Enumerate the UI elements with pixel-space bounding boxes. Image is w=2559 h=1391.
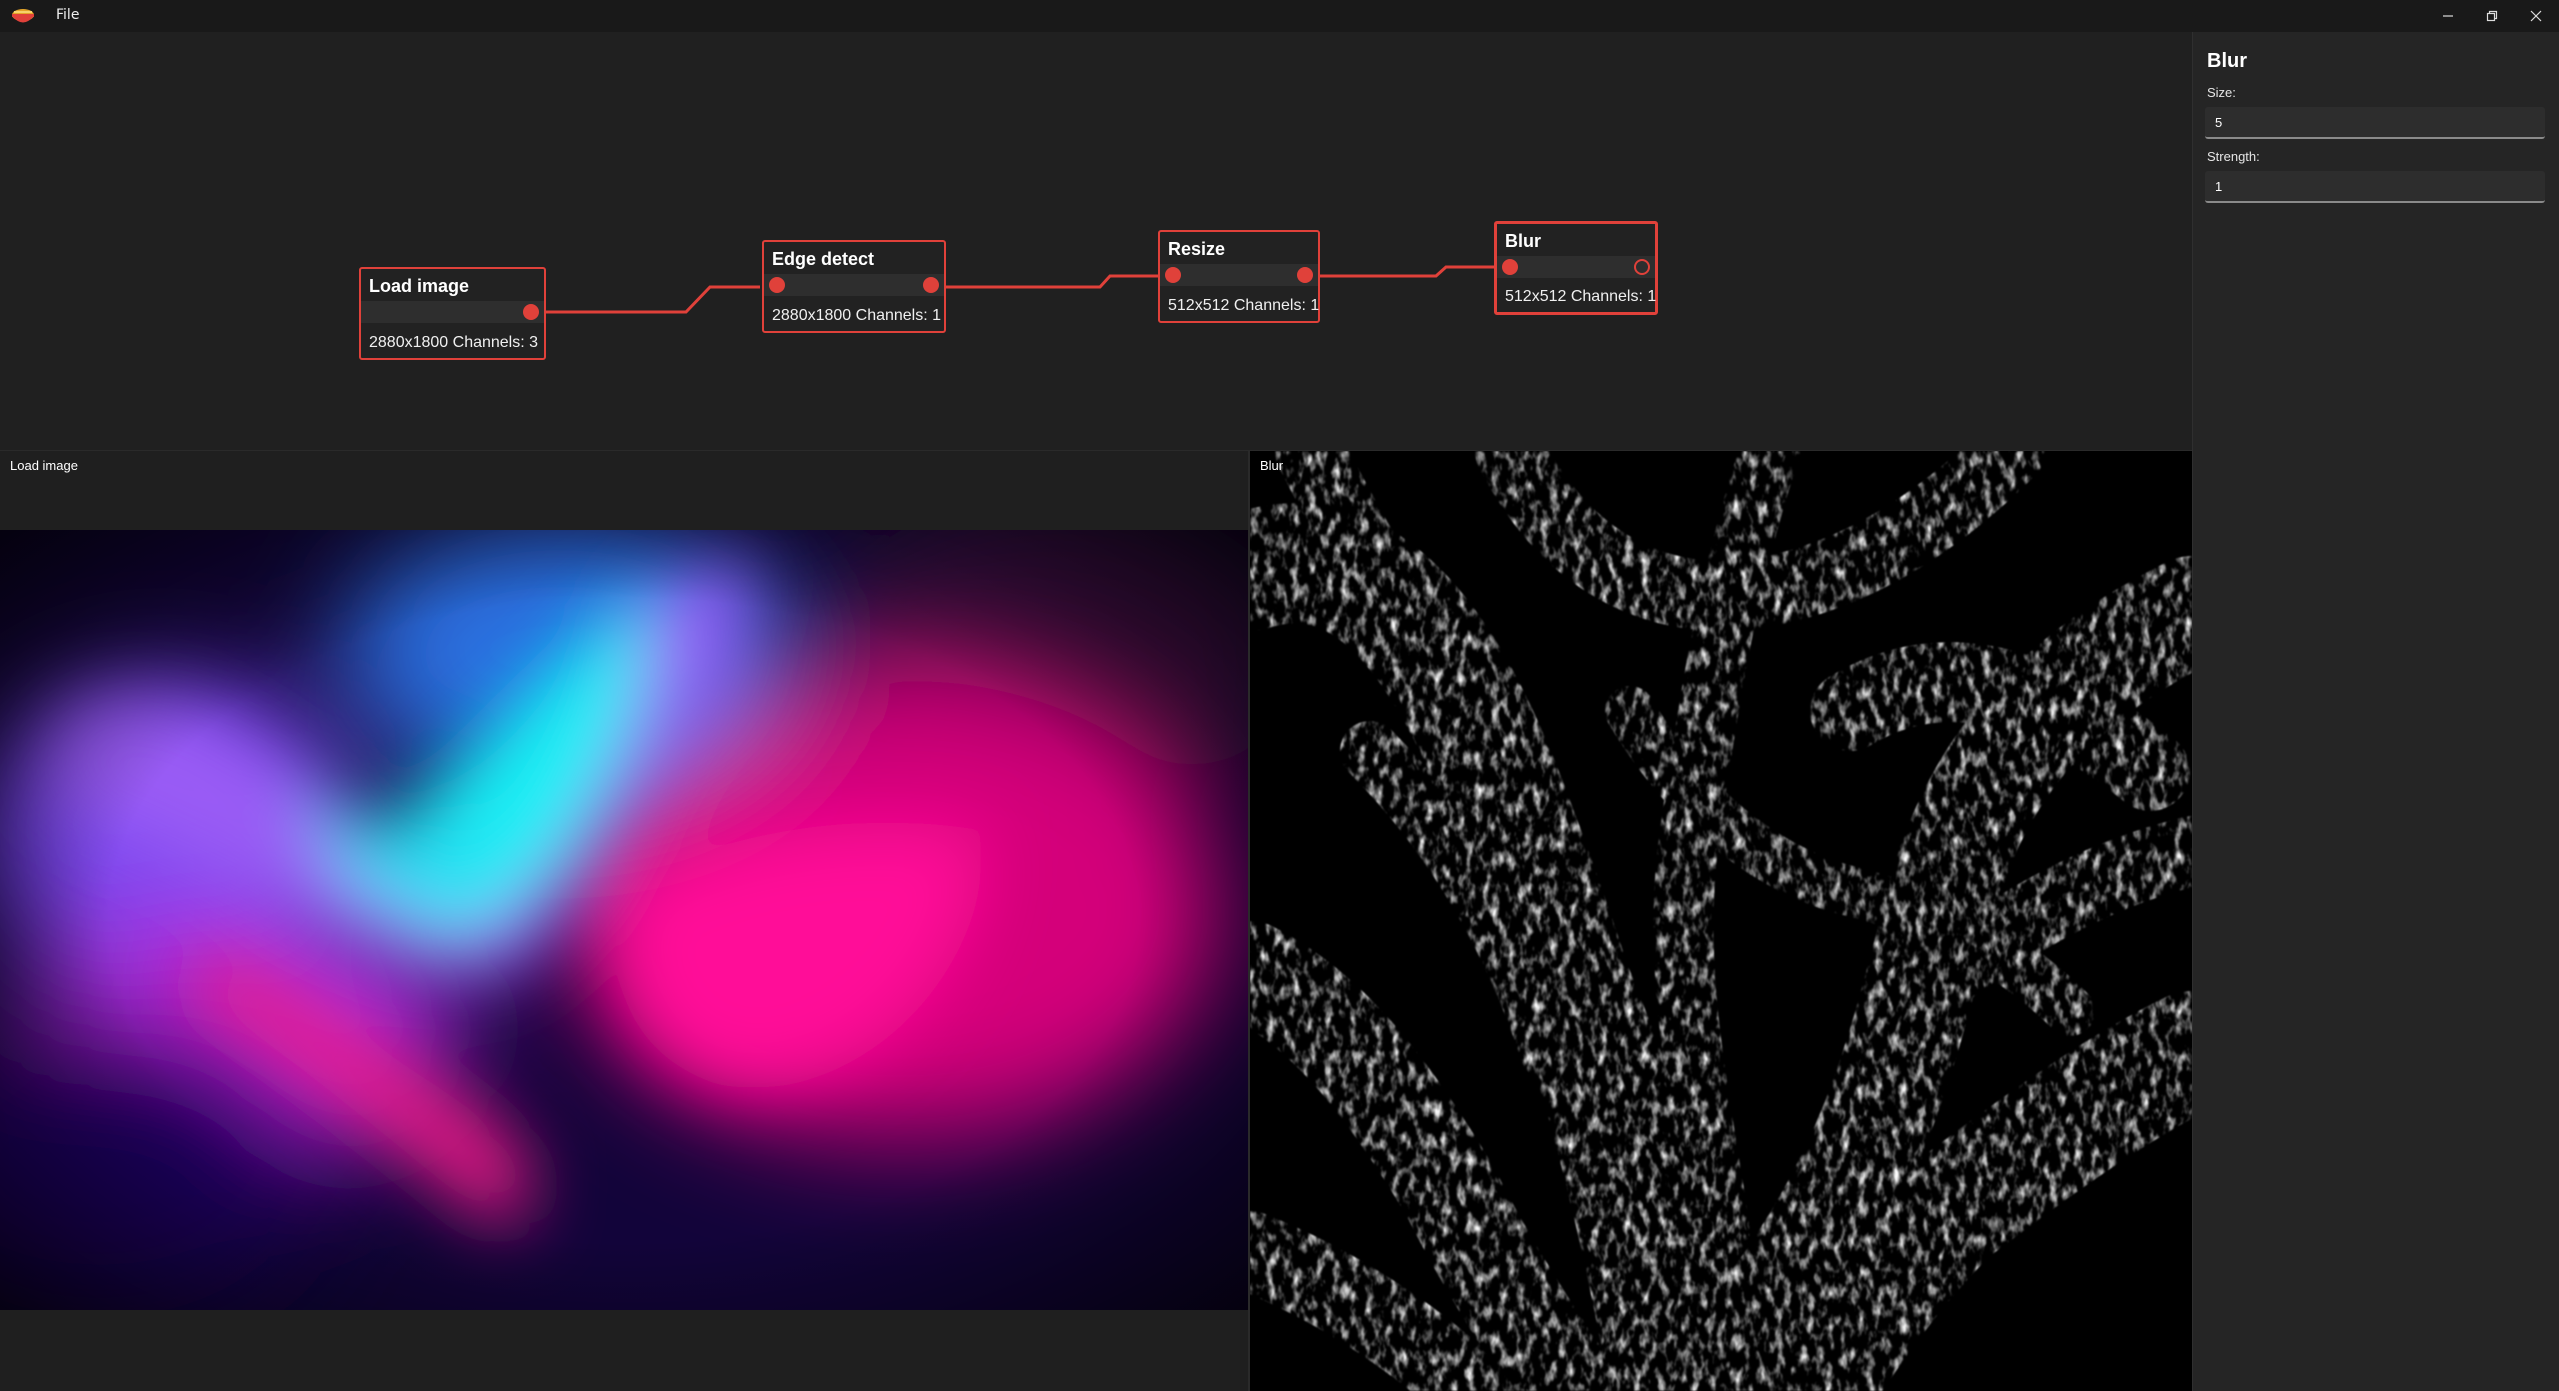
close-icon [2530,10,2542,22]
app-logo-icon [10,6,36,26]
node-port-bar [764,274,944,296]
node-load-image[interactable]: Load image 2880x1800 Channels: 3 [359,267,546,360]
node-port-bar [361,301,544,323]
node-info: 2880x1800 Channels: 1 [772,307,942,324]
output-port[interactable] [1297,267,1313,283]
preview-panel-blur: Blur [1250,451,2192,1391]
size-label: Size: [2207,85,2236,100]
input-port[interactable] [1165,267,1181,283]
restore-button[interactable] [2470,0,2514,32]
strength-input[interactable] [2205,171,2545,203]
input-port[interactable] [769,277,785,293]
size-input[interactable] [2205,107,2545,139]
node-info: 2880x1800 Channels: 3 [369,334,539,351]
menu-file[interactable]: File [52,7,83,23]
node-blur[interactable]: Blur 512x512 Channels: 1 [1494,221,1658,315]
restore-icon [2486,10,2498,22]
minimize-button[interactable] [2426,0,2470,32]
preview-image-blurred-edges [1250,451,2192,1391]
output-port[interactable] [923,277,939,293]
output-port[interactable] [523,304,539,320]
node-edge-detect[interactable]: Edge detect 2880x1800 Channels: 1 [762,240,946,333]
graph-connections [538,261,1506,314]
node-port-bar [1160,264,1318,286]
node-graph-canvas[interactable]: Load image 2880x1800 Channels: 3 Edge de… [0,32,2192,450]
connection-wire [939,274,1158,289]
node-info: 512x512 Channels: 1 [1168,297,1320,314]
preview-image-gradient [0,530,1248,1310]
output-port[interactable] [1634,259,1650,275]
preview-panel-load-image: Load image [0,451,1248,1391]
node-resize[interactable]: Resize 512x512 Channels: 1 [1158,230,1320,323]
node-info: 512x512 Channels: 1 [1505,288,1657,305]
node-title: Edge detect [772,249,875,269]
preview-label: Load image [10,458,78,473]
strength-label: Strength: [2207,149,2260,164]
title-bar: File [0,0,2559,32]
input-port[interactable] [1502,259,1518,275]
close-button[interactable] [2514,0,2558,32]
node-title: Resize [1168,239,1226,259]
minimize-icon [2443,15,2453,17]
node-port-bar [1497,256,1655,278]
connection-wire [1313,265,1494,278]
properties-panel: Blur Size: Strength: [2192,32,2559,1391]
node-title: Load image [369,276,470,296]
preview-label: Blur [1260,458,1284,473]
connection-wire [538,285,760,314]
properties-title: Blur [2207,50,2247,72]
node-title: Blur [1505,231,1541,251]
